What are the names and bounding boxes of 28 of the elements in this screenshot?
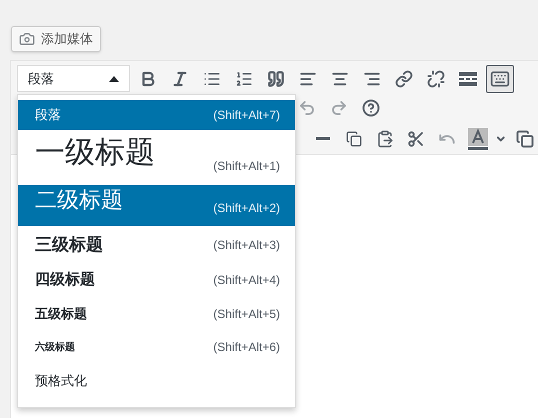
caret-icon xyxy=(109,76,119,82)
read-more-icon xyxy=(459,72,477,86)
quote-icon xyxy=(267,70,285,88)
text-color-icon xyxy=(468,128,488,150)
keyboard-button[interactable] xyxy=(486,64,514,92)
paste-icon xyxy=(376,130,394,148)
format-option[interactable]: 六级标题 (Shift+Alt+6) xyxy=(18,330,295,364)
numbered-list-icon xyxy=(235,70,253,88)
copy-icon xyxy=(346,130,362,146)
format-option[interactable]: 一级标题 (Shift+Alt+1) xyxy=(18,130,295,185)
keyboard-icon xyxy=(490,68,510,88)
format-option[interactable]: 段落 (Shift+Alt+7) xyxy=(18,100,295,130)
copy-format-icon xyxy=(516,130,534,148)
unlink-icon xyxy=(427,70,445,88)
undo-icon xyxy=(298,99,316,117)
link-icon xyxy=(395,70,413,88)
format-option[interactable]: 三级标题 (Shift+Alt+3) xyxy=(18,226,295,263)
help-icon xyxy=(362,99,380,117)
redo-icon xyxy=(330,99,348,117)
format-option[interactable]: 二级标题 (Shift+Alt+2) xyxy=(18,185,295,226)
cut-icon xyxy=(406,130,425,148)
media-icon xyxy=(19,31,35,47)
format-option[interactable]: 五级标题 (Shift+Alt+5) xyxy=(18,297,295,330)
format-option[interactable]: 预格式化 xyxy=(18,364,295,398)
italic-icon xyxy=(171,70,189,88)
format-option[interactable]: 四级标题 (Shift+Alt+4) xyxy=(18,263,295,297)
add-media-button[interactable]: 添加媒体 xyxy=(11,26,101,52)
format-select[interactable]: 段落 xyxy=(17,65,130,92)
